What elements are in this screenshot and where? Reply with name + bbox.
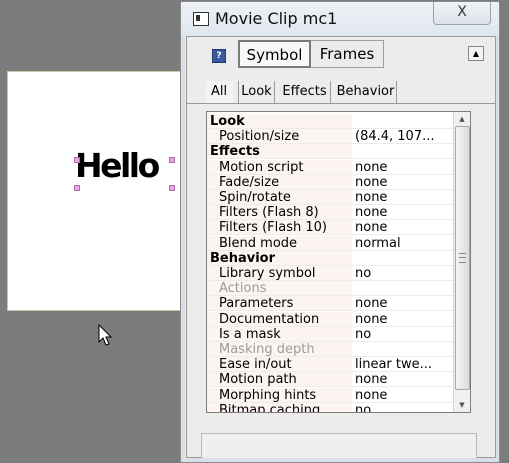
category-label: Look	[207, 114, 352, 129]
selection-handle-top-right[interactable]	[169, 157, 175, 163]
property-label: Filters (Flash 8)	[207, 205, 352, 221]
property-label: Fade/size	[207, 174, 352, 190]
property-label: Library symbol	[207, 266, 352, 281]
vertical-scrollbar[interactable]: ▲ ▼	[453, 112, 470, 412]
property-row[interactable]: Bitmap caching no	[207, 402, 454, 412]
property-label: Motion script	[207, 159, 352, 175]
tab-symbol[interactable]: Symbol	[238, 40, 311, 68]
property-value[interactable]: none	[355, 190, 454, 205]
stage-canvas[interactable]: Hello	[7, 71, 189, 311]
property-row[interactable]: Filters (Flash 8) none	[207, 205, 454, 221]
scroll-down-arrow-icon[interactable]: ▼	[454, 398, 470, 412]
property-value[interactable]: (84.4, 107...	[355, 129, 454, 144]
property-label: Documentation	[207, 311, 352, 327]
property-row[interactable]: Morphing hints none	[207, 387, 454, 403]
property-row[interactable]: Parameters none	[207, 296, 454, 312]
description-area	[201, 433, 477, 458]
title-bar[interactable]: Movie Clip mc1 X	[181, 2, 499, 36]
collapse-up-icon[interactable]: ▲	[468, 46, 484, 61]
category-label: Behavior	[207, 250, 352, 266]
property-value[interactable]: linear twe...	[355, 357, 454, 372]
scroll-up-arrow-icon[interactable]: ▲	[454, 112, 470, 126]
tab-look[interactable]: Look	[238, 81, 275, 103]
tab-frames[interactable]: Frames	[311, 40, 384, 68]
hello-text-clip[interactable]: Hello	[75, 149, 160, 182]
property-label: Blend mode	[207, 235, 352, 251]
property-value[interactable]: no	[355, 327, 454, 342]
property-row[interactable]: Motion path none	[207, 372, 454, 388]
property-value[interactable]: none	[355, 372, 454, 387]
property-row[interactable]: Masking depth	[207, 342, 454, 357]
property-value[interactable]: none	[355, 312, 454, 327]
property-value[interactable]: none	[355, 296, 454, 311]
property-row[interactable]: Spin/rotate none	[207, 190, 454, 205]
property-label: Is a mask	[207, 326, 352, 342]
close-icon: X	[457, 4, 467, 20]
property-label: Position/size	[207, 129, 352, 145]
property-label: Spin/rotate	[207, 190, 352, 205]
property-row[interactable]: Blend mode normal	[207, 235, 454, 251]
property-value[interactable]: none	[355, 388, 454, 403]
property-category: Effects	[207, 144, 454, 160]
property-label: Parameters	[207, 296, 352, 312]
property-label: Motion path	[207, 372, 352, 388]
scroll-thumb[interactable]	[455, 126, 470, 390]
property-value[interactable]: no	[355, 266, 454, 281]
property-category: Behavior	[207, 250, 454, 266]
property-label: Masking depth	[207, 342, 352, 357]
movie-clip-window-icon	[193, 12, 209, 26]
property-row[interactable]: Ease in/out linear twe...	[207, 357, 454, 373]
property-value[interactable]: normal	[355, 236, 454, 251]
property-row[interactable]: Filters (Flash 10) none	[207, 220, 454, 236]
window-title: Movie Clip mc1	[215, 9, 338, 28]
property-label: Ease in/out	[207, 357, 352, 373]
property-label: Actions	[207, 281, 352, 297]
selection-handle-top-left[interactable]	[74, 157, 80, 163]
tab-effects[interactable]: Effects	[279, 81, 331, 103]
property-label: Bitmap caching	[207, 402, 352, 412]
property-value[interactable]: none	[355, 175, 454, 190]
help-icon[interactable]: ?	[212, 49, 226, 63]
property-row[interactable]: Position/size (84.4, 107...	[207, 129, 454, 145]
category-label: Effects	[207, 144, 352, 160]
selection-handle-bottom-left[interactable]	[74, 185, 80, 191]
property-row[interactable]: Documentation none	[207, 311, 454, 327]
property-value[interactable]: none	[355, 205, 454, 220]
tab-behavior[interactable]: Behavior	[335, 81, 397, 103]
grip-icon	[459, 253, 466, 263]
property-row[interactable]: Library symbol no	[207, 266, 454, 281]
property-row[interactable]: Actions	[207, 281, 454, 297]
property-value[interactable]: no	[355, 403, 454, 412]
property-row[interactable]: Fade/size none	[207, 174, 454, 190]
property-value[interactable]: none	[355, 160, 454, 175]
property-label: Filters (Flash 10)	[207, 220, 352, 236]
close-button[interactable]: X	[433, 2, 491, 25]
property-label: Morphing hints	[207, 387, 352, 403]
property-category: Look	[207, 114, 454, 129]
tab-all[interactable]: All	[205, 81, 233, 103]
panel-body: ? Symbol Frames ▲ All Look Effects Behav…	[186, 36, 496, 458]
movie-clip-panel: Movie Clip mc1 X ? Symbol Frames ▲ All L…	[180, 1, 500, 463]
mouse-pointer-icon	[98, 324, 113, 346]
property-value[interactable]: none	[355, 220, 454, 235]
property-row[interactable]: Is a mask no	[207, 326, 454, 342]
selection-handle-bottom-right[interactable]	[169, 185, 175, 191]
property-row[interactable]: Motion script none	[207, 159, 454, 175]
property-filter-tabs: All Look Effects Behavior	[187, 81, 495, 104]
property-grid: Look Position/size (84.4, 107... Effects Mot…	[206, 111, 471, 413]
